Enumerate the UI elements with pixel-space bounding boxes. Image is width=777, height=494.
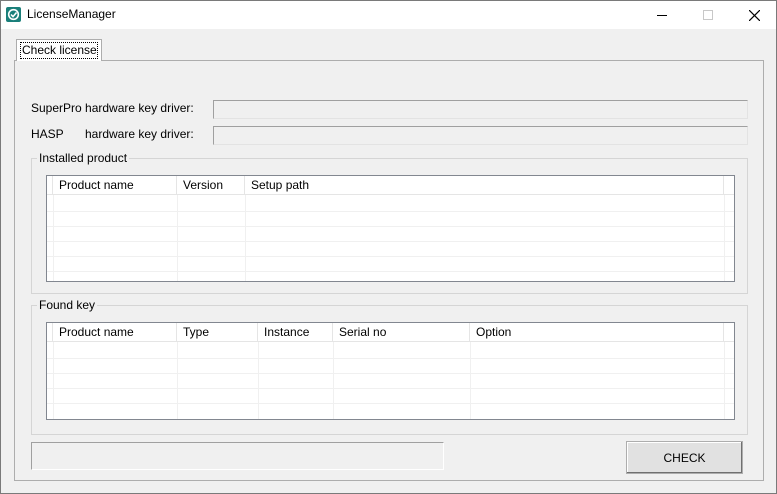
found-key-header: Product name Type Instance Serial no Opt…: [47, 323, 734, 342]
close-icon: [748, 9, 760, 21]
grid-line: [258, 342, 259, 419]
found-key-list[interactable]: Product name Type Instance Serial no Opt…: [46, 322, 735, 420]
column-header-product-name[interactable]: Product name: [53, 176, 177, 195]
grid-line: [47, 403, 734, 404]
maximize-icon: [703, 10, 713, 20]
column-header-product-name[interactable]: Product name: [53, 323, 177, 342]
column-header-setup-path[interactable]: Setup path: [245, 176, 724, 195]
superpro-driver-label: SuperPro hardware key driver:: [31, 101, 194, 115]
installed-product-header: Product name Version Setup path: [47, 176, 734, 195]
grid-line: [47, 241, 734, 242]
window-title: LicenseManager: [27, 7, 116, 21]
grid-line: [245, 195, 246, 281]
installed-product-list[interactable]: Product name Version Setup path: [46, 175, 735, 282]
grid-line: [724, 342, 725, 419]
hasp-driver-field[interactable]: [213, 126, 748, 145]
grid-line: [333, 342, 334, 419]
column-header-serial-no[interactable]: Serial no: [333, 323, 470, 342]
license-manager-window: LicenseManager Check license SuperPro ha…: [0, 0, 777, 494]
license-check-icon: [6, 7, 21, 22]
minimize-icon: [657, 15, 667, 16]
column-header-option[interactable]: Option: [470, 323, 724, 342]
grid-line: [47, 256, 734, 257]
grid-line: [47, 373, 734, 374]
minimize-button[interactable]: [639, 1, 685, 29]
found-key-legend: Found key: [37, 298, 98, 312]
grid-line: [47, 388, 734, 389]
grid-line: [724, 195, 725, 281]
status-field: [31, 442, 444, 470]
superpro-driver-field[interactable]: [213, 100, 748, 119]
grid-line: [53, 342, 54, 419]
grid-line: [47, 226, 734, 227]
column-header-instance[interactable]: Instance: [258, 323, 333, 342]
grid-line: [177, 195, 178, 281]
column-header-type[interactable]: Type: [177, 323, 258, 342]
check-button[interactable]: CHECK: [626, 441, 743, 474]
hasp-driver-label-prefix: HASP: [31, 127, 64, 141]
close-button[interactable]: [731, 1, 777, 29]
title-bar[interactable]: LicenseManager: [1, 1, 776, 29]
tab-check-license[interactable]: Check license: [16, 39, 102, 61]
grid-line: [470, 342, 471, 419]
grid-line: [47, 271, 734, 272]
grid-line: [47, 211, 734, 212]
column-header-version[interactable]: Version: [177, 176, 245, 195]
hasp-driver-label-suffix: hardware key driver:: [85, 127, 194, 141]
grid-line: [47, 358, 734, 359]
maximize-button[interactable]: [685, 1, 731, 29]
tab-focus-rect: [20, 42, 98, 59]
grid-line: [53, 195, 54, 281]
grid-line: [177, 342, 178, 419]
installed-product-legend: Installed product: [37, 151, 130, 165]
